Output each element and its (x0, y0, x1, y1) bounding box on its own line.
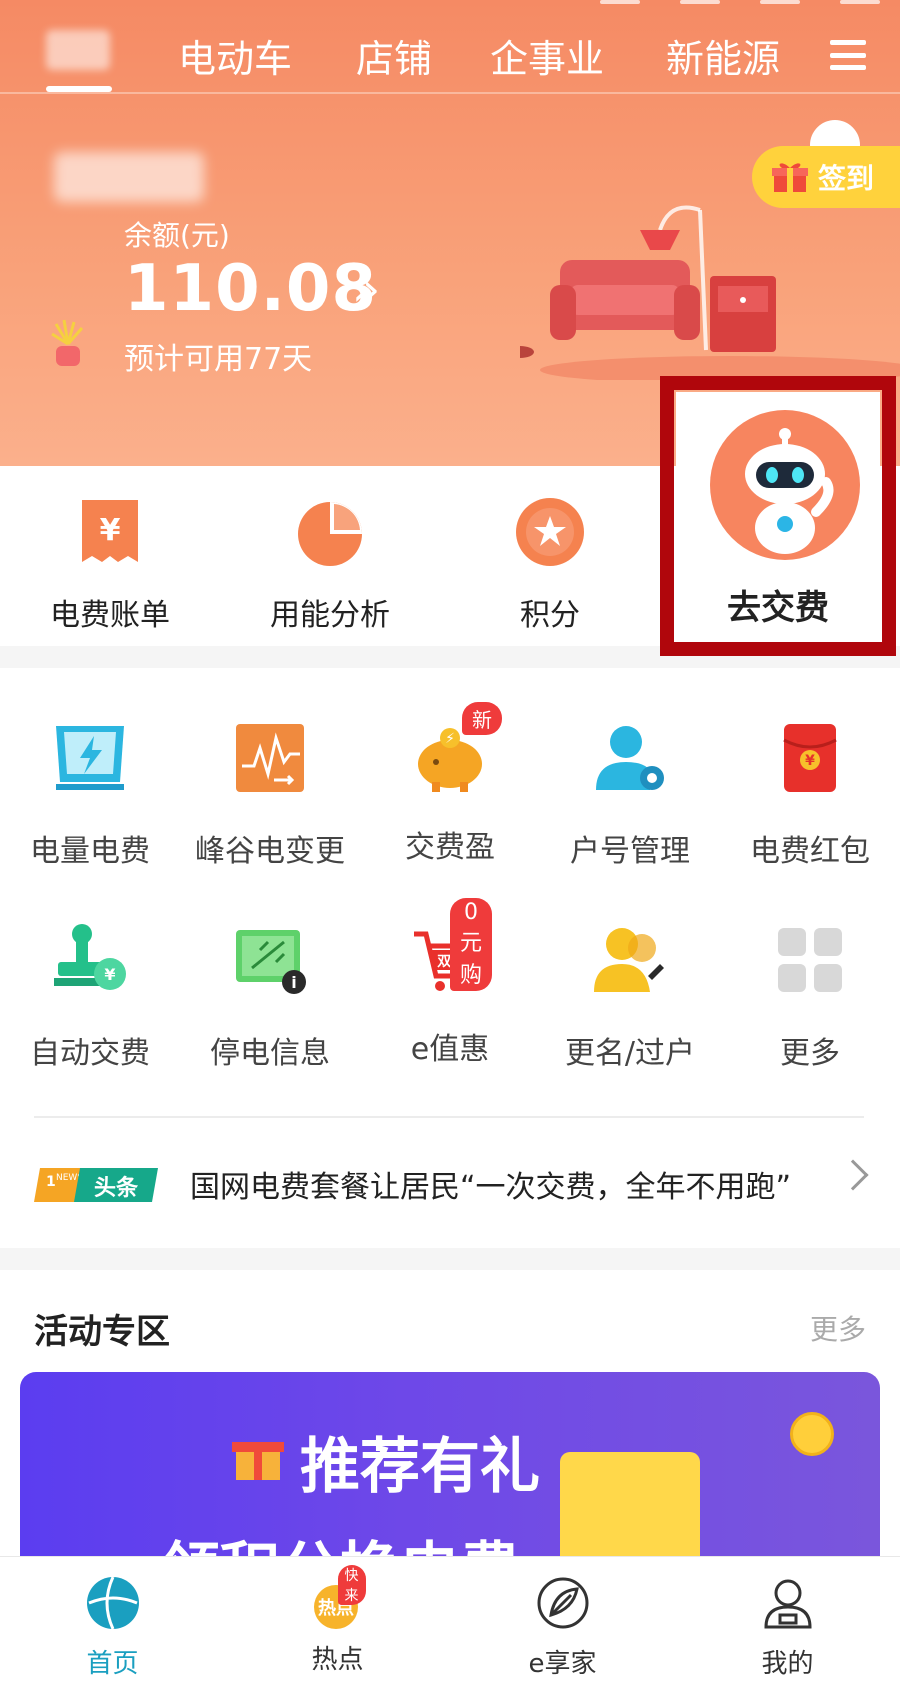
tab-e-home[interactable]: e享家 (450, 1557, 675, 1680)
wave-chart-icon (236, 724, 304, 792)
globe-icon (86, 1576, 139, 1630)
days-remaining: 预计可用77天 (124, 342, 313, 377)
balance-label: 余额(元) (124, 219, 230, 252)
top-nav: 电动车 店铺 企事业 新能源 (0, 18, 900, 92)
signin-button[interactable]: 签到 (752, 146, 900, 208)
news-headline[interactable]: 国网电费套餐让居民“一次交费，全年不用跑” (190, 1162, 791, 1206)
service-label: 更多 (780, 1036, 840, 1071)
piggy-icon: ⚡ 新 (410, 702, 502, 798)
hot-icon: 热点 快来 (310, 1565, 366, 1631)
service-label: 峰谷电变更 (195, 834, 345, 869)
grid-more-icon (778, 928, 842, 992)
headline-logo-icon: 1 NEWS 头条 (34, 1168, 158, 1202)
nav-tab-store[interactable]: 店铺 (356, 28, 432, 83)
tab-home[interactable]: 首页 (0, 1557, 225, 1680)
gift-box-icon (232, 1442, 284, 1480)
service-item-peak-valley[interactable]: 峰谷电变更 (180, 718, 360, 870)
service-label: 更名/过户 (564, 1036, 696, 1071)
quick-item-energy-analysis[interactable]: 用能分析 (220, 466, 440, 634)
quick-label-energy-analysis: 用能分析 (270, 598, 390, 633)
robot-icon (745, 428, 834, 554)
hot-badge: 快来 (337, 1565, 366, 1605)
nav-divider (0, 92, 900, 94)
pay-label: 去交费 (727, 588, 829, 628)
star-icon (516, 498, 584, 566)
user-icon (763, 1579, 812, 1629)
service-label: 交费盈 (405, 830, 495, 865)
service-item-account-manage[interactable]: 户号管理 (540, 718, 720, 870)
service-item-rename-transfer[interactable]: 更名/过户 (540, 920, 720, 1072)
status-strip (600, 0, 900, 12)
red-packet-icon: ¥ (783, 724, 837, 792)
quick-label-bill: 电费账单 (50, 598, 170, 633)
leaf-icon (537, 1577, 588, 1629)
tab-me[interactable]: 我的 (675, 1557, 900, 1680)
gift-icon (772, 163, 808, 192)
service-label: 停电信息 (210, 1036, 330, 1071)
service-grid: 电量电费 峰谷电变更 ⚡ 新 交费盈 户号管理 ¥ 电费红包 ¥ 自动交费 i … (0, 668, 900, 1248)
user-gear-icon (596, 726, 664, 790)
tab-label-me: 我的 (761, 1649, 814, 1679)
quick-item-points[interactable]: 积分 (440, 466, 660, 634)
service-label: 户号管理 (570, 834, 690, 869)
new-badge: 新 (462, 702, 502, 735)
service-item-more[interactable]: 更多 (720, 920, 900, 1072)
service-item-outage[interactable]: i 停电信息 (180, 920, 360, 1072)
svg-text:¥: ¥ (104, 965, 115, 984)
nav-tab-home-blurred[interactable] (46, 30, 110, 70)
living-room-illustration (520, 205, 900, 380)
svg-text:⚡: ⚡ (445, 731, 455, 747)
svg-text:¥: ¥ (100, 513, 121, 548)
activity-title: 活动专区 (34, 1312, 170, 1352)
menu-icon[interactable] (830, 40, 866, 70)
quick-item-bill[interactable]: ¥ 电费账单 (0, 466, 220, 634)
svg-text:¥: ¥ (805, 753, 815, 769)
lightning-screen-icon (56, 726, 124, 790)
banner-title: 推荐有礼 (300, 1432, 540, 1502)
headline-logo-text: 头条 (94, 1175, 139, 1201)
service-item-red-packet[interactable]: ¥ 电费红包 (720, 718, 900, 870)
tab-hot[interactable]: 热点 快来 热点 (225, 1557, 450, 1676)
service-label: 自动交费 (30, 1036, 150, 1071)
free-buy-badge: 0元购 (450, 898, 492, 991)
service-label: 电量电费 (30, 834, 150, 869)
plant-icon (51, 319, 84, 366)
signin-label: 签到 (818, 162, 875, 195)
service-item-payment-plus[interactable]: ⚡ 新 交费盈 (360, 702, 540, 866)
banner-gift-illustration (560, 1452, 700, 1572)
shopping-cart-icon: 双11 0元购 (410, 898, 492, 1000)
balance-arrow-icon[interactable]: » (352, 262, 380, 316)
service-item-e-value[interactable]: 双11 0元购 e值惠 (360, 898, 540, 1068)
tab-label-hot: 热点 (311, 1645, 364, 1675)
balance-value[interactable]: 110.08 (124, 252, 377, 326)
coin-icon (790, 1412, 834, 1456)
tab-label-e-home: e享家 (528, 1649, 597, 1679)
nav-tab-enterprise[interactable]: 企事业 (490, 28, 604, 83)
stamp-icon: ¥ (54, 924, 126, 990)
pie-chart-icon (298, 502, 362, 566)
quick-label-points: 积分 (520, 598, 580, 633)
nav-tab-new-energy[interactable]: 新能源 (666, 28, 780, 83)
user-edit-icon (594, 928, 664, 992)
activity-banner[interactable]: 推荐有礼 领积分换电费 (20, 1372, 880, 1572)
service-label: e值惠 (410, 1032, 490, 1067)
bill-icon: ¥ (82, 500, 138, 562)
svg-text:i: i (291, 973, 296, 992)
tab-label-home: 首页 (86, 1649, 139, 1679)
bottom-tab-bar: 首页 热点 快来 热点 e享家 我的 (0, 1556, 900, 1682)
activity-section: 活动专区 更多 推荐有礼 领积分换电费 (0, 1270, 900, 1572)
outage-plug-icon: i (236, 930, 306, 994)
service-item-auto-pay[interactable]: ¥ 自动交费 (0, 920, 180, 1072)
news-divider (34, 1116, 864, 1118)
service-item-usage[interactable]: 电量电费 (0, 718, 180, 870)
activity-more-link[interactable]: 更多 (810, 1308, 866, 1348)
nav-tab-ev[interactable]: 电动车 (178, 28, 292, 83)
svg-text:1: 1 (46, 1174, 56, 1190)
user-name-blurred (54, 152, 204, 202)
service-label: 电费红包 (750, 834, 870, 869)
